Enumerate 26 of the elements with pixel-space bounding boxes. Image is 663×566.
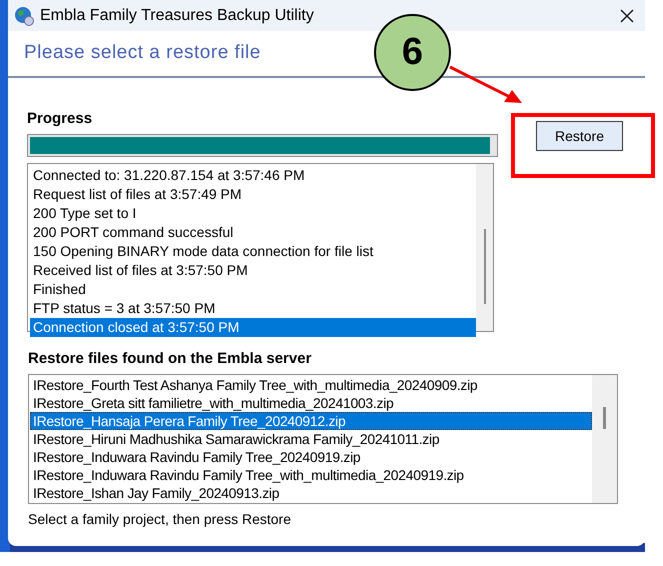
file-item[interactable]: IRestore_Ishan Jay Family_20240913.zip <box>30 484 592 502</box>
close-icon[interactable] <box>619 8 635 24</box>
restore-button[interactable]: Restore <box>536 121 623 151</box>
status-text: Select a family project, then press Restore <box>28 510 292 529</box>
log-line[interactable]: Request list of files at 3:57:49 PM <box>30 184 476 204</box>
log-line[interactable]: 200 Type set to I <box>30 204 476 222</box>
file-item[interactable]: IRestore_Greta sitt familietre_with_multimedia_20241003.zip <box>30 394 592 412</box>
page-heading: Please select a restore file <box>24 41 261 66</box>
file-item[interactable]: IRestore_Fourth Test Ashanya Family Tree_with_multimedia_20240909.zip <box>30 376 592 394</box>
section-label: Restore files found on the Embla server <box>28 348 312 368</box>
log-line[interactable]: Connected to: 31.220.87.154 at 3:57:46 PM <box>30 166 476 184</box>
log-line[interactable]: Finished <box>30 280 476 298</box>
arrow-icon <box>448 64 524 106</box>
globe-icon <box>14 6 34 26</box>
section-label: Progress <box>27 109 94 129</box>
log-line[interactable]: 200 PORT command successful <box>30 222 476 242</box>
file-item[interactable]: IRestore_Induwara Ravindu Family Tree_with_multimedia_20240919.zip <box>30 466 592 484</box>
scrollbar[interactable] <box>592 375 617 503</box>
scrollbar[interactable] <box>476 164 493 330</box>
file-item[interactable]: IRestore_Hiruni Madhushika Samarawickrama Family_20241011.zip <box>30 430 592 448</box>
window-title: Embla Family Treasures Backup Utility <box>40 6 314 26</box>
file-item[interactable]: IRestore_Induwara Ravindu Family Tree_20240919.zip <box>30 448 592 466</box>
log-line[interactable]: FTP status = 3 at 3:57:50 PM <box>30 298 476 318</box>
log-line[interactable]: 150 Opening BINARY mode data connection for file list <box>30 242 476 260</box>
log-line[interactable]: Received list of files at 3:57:50 PM <box>30 260 476 280</box>
file-item[interactable]: IRestore_Hansaja Perera Family Tree_20240912.zip <box>30 412 592 430</box>
